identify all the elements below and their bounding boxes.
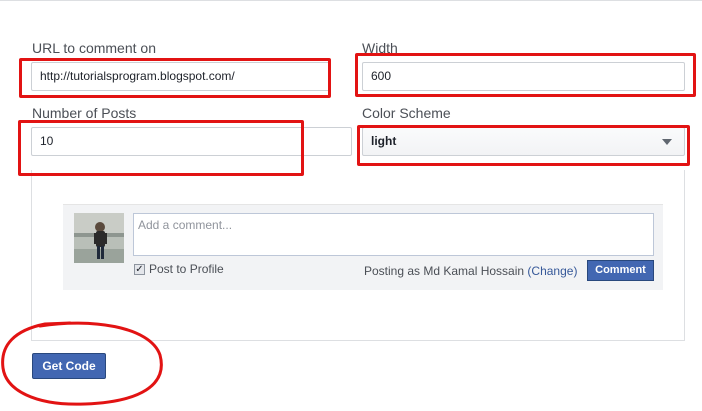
get-code-button[interactable]: Get Code <box>32 353 106 379</box>
comment-input[interactable]: Add a comment... <box>133 213 654 256</box>
posts-label: Number of Posts <box>32 105 137 121</box>
change-link[interactable]: (Change) <box>527 264 577 278</box>
annotation-box-url <box>19 58 331 98</box>
annotation-box-posts <box>18 120 304 176</box>
post-to-profile-label: Post to Profile <box>149 262 224 276</box>
posting-as-text: Posting as Md Kamal Hossain (Change) <box>364 264 577 278</box>
post-to-profile-checkbox[interactable]: ✓ <box>134 264 145 275</box>
annotation-box-color <box>357 125 690 166</box>
color-scheme-label: Color Scheme <box>362 105 451 121</box>
avatar <box>74 213 124 263</box>
avatar-photo-icon <box>74 213 124 263</box>
posting-as-name: Posting as Md Kamal Hossain <box>364 264 525 278</box>
url-label: URL to comment on <box>32 40 156 56</box>
annotation-box-width <box>355 53 696 97</box>
top-divider <box>0 0 702 1</box>
comment-button[interactable]: Comment <box>587 260 654 281</box>
